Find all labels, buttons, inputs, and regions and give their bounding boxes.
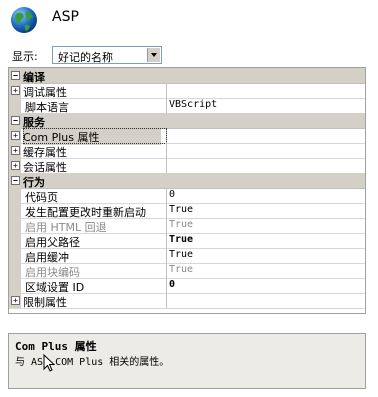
toolbar: 显示: 好记的名称 <box>8 46 368 64</box>
column-divider[interactable] <box>166 83 167 98</box>
column-divider[interactable] <box>166 188 167 203</box>
category-row[interactable]: − 行为 <box>9 173 365 189</box>
property-row[interactable]: 启用父路径 True <box>9 233 365 249</box>
column-divider[interactable] <box>166 128 167 143</box>
property-row[interactable]: 发生配置更改时重新启动 True <box>9 203 365 219</box>
column-divider[interactable] <box>166 218 167 233</box>
property-row[interactable]: + 会话属性 <box>9 158 365 174</box>
expand-icon[interactable]: + <box>11 296 20 305</box>
show-label: 显示: <box>12 50 38 63</box>
column-divider[interactable] <box>166 143 167 158</box>
expand-icon[interactable]: + <box>11 131 20 140</box>
property-value[interactable]: True <box>169 204 193 215</box>
row-gutter <box>9 278 21 293</box>
property-row[interactable]: 代码页 0 <box>9 188 365 204</box>
header: ASP <box>0 0 378 42</box>
description-text: 与 ASP COM Plus 相关的属性。 <box>15 357 170 368</box>
row-gutter <box>9 218 21 233</box>
collapse-icon[interactable]: − <box>11 71 20 80</box>
globe-icon <box>11 7 37 33</box>
chevron-down-icon[interactable] <box>147 48 160 62</box>
property-value[interactable]: 0 <box>169 189 175 200</box>
collapse-icon[interactable]: − <box>11 176 20 185</box>
column-divider[interactable] <box>166 293 167 308</box>
row-gutter <box>9 233 21 248</box>
column-divider[interactable] <box>166 263 167 278</box>
property-value[interactable]: True <box>169 234 193 245</box>
property-row[interactable]: 启用块编码 True <box>9 263 365 279</box>
column-divider[interactable] <box>166 98 167 113</box>
column-divider[interactable] <box>166 203 167 218</box>
category-row[interactable]: − 编译 <box>9 68 365 84</box>
column-divider[interactable] <box>166 158 167 173</box>
column-divider[interactable] <box>166 248 167 263</box>
property-row[interactable]: 启用缓冲 True <box>9 248 365 264</box>
property-value[interactable]: True <box>169 249 193 260</box>
description-panel: Com Plus 属性 与 ASP COM Plus 相关的属性。 <box>8 333 366 389</box>
category-row[interactable]: − 服务 <box>9 113 365 129</box>
property-grid[interactable]: − 编译 + 调试属性 脚本语言 VBScript − 服务 + Com Plus 属性 + 缓存属性… <box>8 67 366 314</box>
property-row[interactable]: + 限制属性 <box>9 293 365 309</box>
property-row[interactable]: + Com Plus 属性 <box>9 128 365 145</box>
column-divider[interactable] <box>166 278 167 293</box>
property-row[interactable]: 脚本语言 VBScript <box>9 98 365 114</box>
property-row[interactable]: + 调试属性 <box>9 83 365 99</box>
mouse-cursor-icon <box>43 354 55 372</box>
description-title: Com Plus 属性 <box>15 340 97 353</box>
sort-dropdown[interactable]: 好记的名称 <box>52 46 162 64</box>
row-gutter <box>9 248 21 263</box>
property-name: 限制属性 <box>23 296 67 309</box>
expand-icon[interactable]: + <box>11 146 20 155</box>
row-gutter <box>9 263 21 278</box>
row-gutter <box>9 188 21 203</box>
property-value[interactable]: True <box>169 264 193 275</box>
expand-icon[interactable]: + <box>11 161 20 170</box>
property-value[interactable]: 0 <box>169 279 175 290</box>
expand-icon[interactable]: + <box>11 86 20 95</box>
row-gutter <box>9 203 21 218</box>
property-row[interactable]: 启用 HTML 回退 True <box>9 218 365 234</box>
collapse-icon[interactable]: − <box>11 116 20 125</box>
property-row[interactable]: 区域设置 ID 0 <box>9 278 365 294</box>
row-gutter <box>9 98 21 113</box>
column-divider[interactable] <box>166 233 167 248</box>
page-title: ASP <box>52 9 79 25</box>
sort-dropdown-value: 好记的名称 <box>58 51 113 64</box>
property-row[interactable]: + 缓存属性 <box>9 143 365 159</box>
property-value[interactable]: True <box>169 219 193 230</box>
property-value[interactable]: VBScript <box>169 99 217 110</box>
